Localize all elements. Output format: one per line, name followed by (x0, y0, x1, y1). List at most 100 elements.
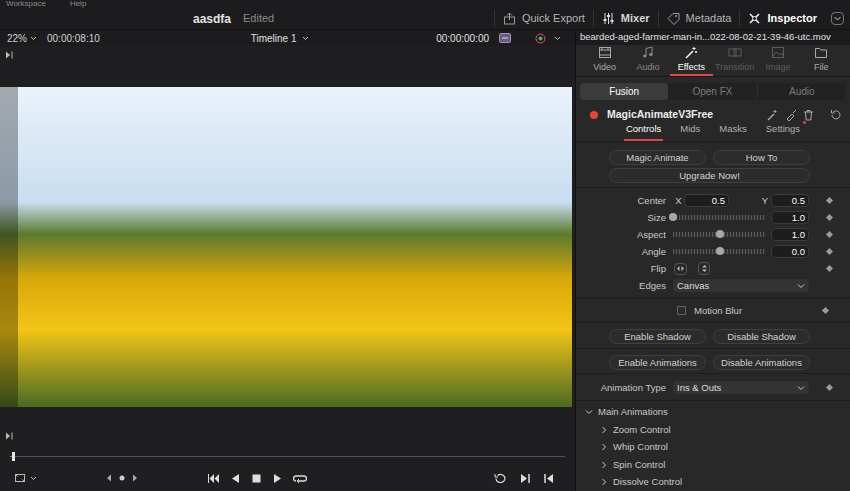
menu-item[interactable]: Help (70, 0, 86, 8)
sub-tabs: Controls Mids Masks Settings (576, 124, 850, 142)
zoom-dropdown[interactable]: 22% (0, 31, 44, 46)
video-frame (0, 87, 572, 407)
inspector-tab[interactable]: Video (583, 45, 626, 76)
color-icon[interactable] (535, 33, 546, 44)
previous-frame-icon[interactable] (543, 473, 555, 484)
expand-button[interactable] (831, 12, 844, 25)
scrub-track[interactable] (10, 456, 565, 457)
mixer-icon (602, 12, 615, 25)
brush-icon[interactable] (785, 109, 797, 121)
inspector-tab[interactable]: Transition (713, 45, 756, 76)
keyframe-icon[interactable] (826, 384, 833, 391)
reset-icon[interactable] (830, 109, 842, 121)
mixer-button[interactable]: Mixer (593, 10, 658, 27)
play-icon[interactable] (272, 473, 283, 484)
image-icon (771, 46, 785, 59)
chevron-down-icon (833, 14, 842, 23)
transform-icon[interactable] (14, 472, 26, 484)
flip-horizontal-button[interactable] (674, 263, 687, 275)
sidebar-toggle-icon[interactable] (4, 431, 14, 441)
sub-tab[interactable]: Settings (764, 122, 802, 141)
clip-name: bearded-aged-farmer-man-in...022-08-02-2… (576, 30, 850, 45)
loop-playback-icon[interactable] (494, 473, 507, 484)
effect-name: MagicAnimateV3Free (607, 107, 713, 123)
menu-item[interactable]: Workspace (6, 0, 46, 8)
effect-tab[interactable]: Fusion (580, 83, 668, 100)
jog-right-icon[interactable] (132, 474, 138, 482)
section-item[interactable]: Dissolve Control (576, 473, 850, 491)
inspector-tab[interactable]: Audio (626, 45, 669, 76)
timeline-dropdown[interactable]: Timeline 1 (124, 31, 436, 46)
section-header[interactable]: Main Animations (576, 403, 850, 421)
metadata-button[interactable]: Metadata (658, 10, 740, 27)
disable-shadow-button[interactable]: Disable Shadow (713, 329, 810, 344)
aspect-field[interactable]: 1.0 (771, 228, 809, 241)
size-row: Size 1.0 (576, 209, 850, 226)
jog-control[interactable] (92, 474, 207, 482)
chevron-down-icon[interactable] (554, 35, 561, 42)
video-icon (598, 46, 612, 59)
center-x-field[interactable]: 0.5 (684, 194, 729, 207)
magic-animate-button[interactable]: Magic Animate (609, 150, 706, 165)
sub-tab[interactable]: Controls (624, 122, 663, 141)
section-item[interactable]: Whip Control (576, 438, 850, 456)
keyframe-icon[interactable] (826, 231, 833, 238)
shadow-buttons: Enable Shadow Disable Shadow (576, 323, 850, 349)
viewer-panel: 22% 00:00:08:10 Timeline 1 00:00:00:00 (0, 30, 575, 491)
slider-thumb[interactable] (669, 213, 677, 221)
quick-export-button[interactable]: Quick Export (494, 10, 593, 27)
jog-left-icon[interactable] (106, 474, 112, 482)
keyframe-icon[interactable] (822, 307, 829, 314)
sub-tab[interactable]: Masks (717, 122, 748, 141)
size-slider[interactable] (673, 215, 766, 220)
chevron-icon (600, 426, 608, 434)
title-bar: aasdfa Edited Quick Export Mixer Metadat… (0, 8, 850, 30)
loop-icon[interactable] (293, 473, 307, 484)
effect-enable-toggle[interactable] (590, 111, 598, 119)
effect-tab[interactable]: Open FX (668, 83, 757, 100)
viewer-header: 22% 00:00:08:10 Timeline 1 00:00:00:00 (0, 30, 575, 46)
magic-wand-icon[interactable] (767, 109, 779, 121)
sub-tab[interactable]: Mids (678, 122, 702, 141)
inspector-button[interactable]: Inspector (739, 10, 825, 27)
upgrade-button[interactable]: Upgrade Now! (609, 168, 810, 183)
next-frame-icon[interactable] (519, 473, 531, 484)
display-mode-icon[interactable] (499, 33, 511, 43)
flip-vertical-button[interactable] (698, 262, 710, 275)
keyframe-icon[interactable] (826, 265, 833, 272)
jog-dot-icon[interactable] (119, 475, 125, 481)
angle-slider[interactable] (673, 249, 766, 254)
enable-animations-button[interactable]: Enable Animations (609, 355, 706, 370)
slider-thumb[interactable] (716, 247, 724, 255)
how-to-button[interactable]: How To (713, 150, 810, 165)
chevron-down-icon[interactable] (30, 475, 37, 482)
center-y-field[interactable]: 0.5 (771, 194, 809, 207)
effects-icon (684, 46, 698, 59)
sidebar-toggle-icon[interactable] (4, 50, 14, 60)
action-buttons: Magic Animate How To Upgrade Now! (576, 142, 850, 188)
inspector-tab[interactable]: Image (756, 45, 799, 76)
inspector-tab[interactable]: Effects (670, 45, 713, 76)
skip-start-icon[interactable] (207, 473, 220, 484)
section-item[interactable]: Zoom Control (576, 421, 850, 439)
slider-thumb[interactable] (716, 230, 724, 238)
chevron-down-icon (797, 282, 805, 290)
aspect-slider[interactable] (673, 232, 766, 237)
playhead[interactable] (12, 452, 15, 461)
play-reverse-icon[interactable] (230, 473, 241, 484)
section-item[interactable]: Spin Control (576, 456, 850, 474)
stop-icon[interactable] (251, 473, 262, 484)
enable-shadow-button[interactable]: Enable Shadow (609, 329, 706, 344)
effect-tab[interactable]: Audio (758, 83, 846, 100)
edges-dropdown[interactable]: Canvas (673, 279, 809, 292)
animation-type-dropdown[interactable]: Ins & Outs (673, 381, 809, 394)
trash-icon[interactable] (803, 109, 814, 121)
keyframe-icon[interactable] (826, 248, 833, 255)
keyframe-icon[interactable] (826, 214, 833, 221)
size-field[interactable]: 1.0 (771, 211, 809, 224)
motion-blur-checkbox[interactable] (677, 306, 686, 315)
disable-animations-button[interactable]: Disable Animations (713, 355, 810, 370)
inspector-tab[interactable]: File (800, 45, 843, 76)
keyframe-icon[interactable] (826, 197, 833, 204)
angle-field[interactable]: 0.0 (771, 245, 809, 258)
